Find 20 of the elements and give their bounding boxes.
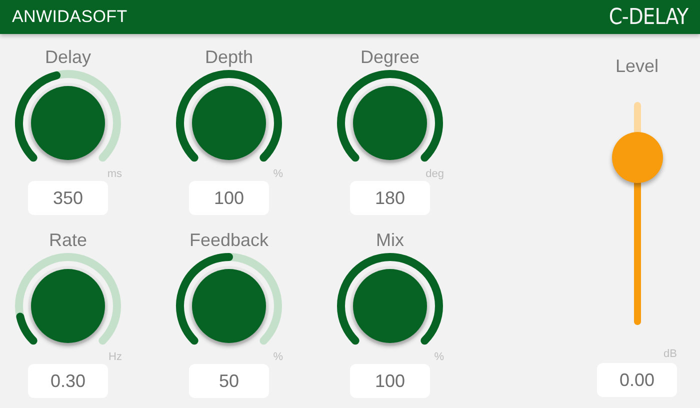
knob-label: Feedback bbox=[189, 229, 269, 251]
knob-label: Rate bbox=[48, 229, 88, 251]
value-field[interactable]: 350 bbox=[28, 181, 108, 215]
unit-label: % bbox=[434, 351, 444, 363]
value-field[interactable]: 180 bbox=[350, 181, 430, 215]
knob-label: Mix bbox=[376, 229, 404, 251]
value-field[interactable]: 100 bbox=[189, 181, 269, 215]
value-field[interactable]: 0.30 bbox=[28, 364, 108, 398]
plugin-title: C-DELAY bbox=[608, 4, 688, 30]
value-field[interactable]: 0.00 bbox=[597, 363, 677, 397]
slider-thumb[interactable] bbox=[612, 132, 662, 183]
knob-label: Delay bbox=[44, 46, 92, 68]
value-field[interactable]: 100 bbox=[350, 364, 430, 398]
slider-label: Level bbox=[615, 55, 659, 77]
knob-label: Depth bbox=[204, 46, 254, 68]
unit-label: % bbox=[273, 351, 283, 363]
unit-label: % bbox=[273, 168, 283, 180]
brand-logo: ANWIDASOFT bbox=[12, 7, 128, 27]
value-field[interactable]: 50 bbox=[189, 364, 269, 398]
knob-label: Degree bbox=[360, 46, 420, 68]
